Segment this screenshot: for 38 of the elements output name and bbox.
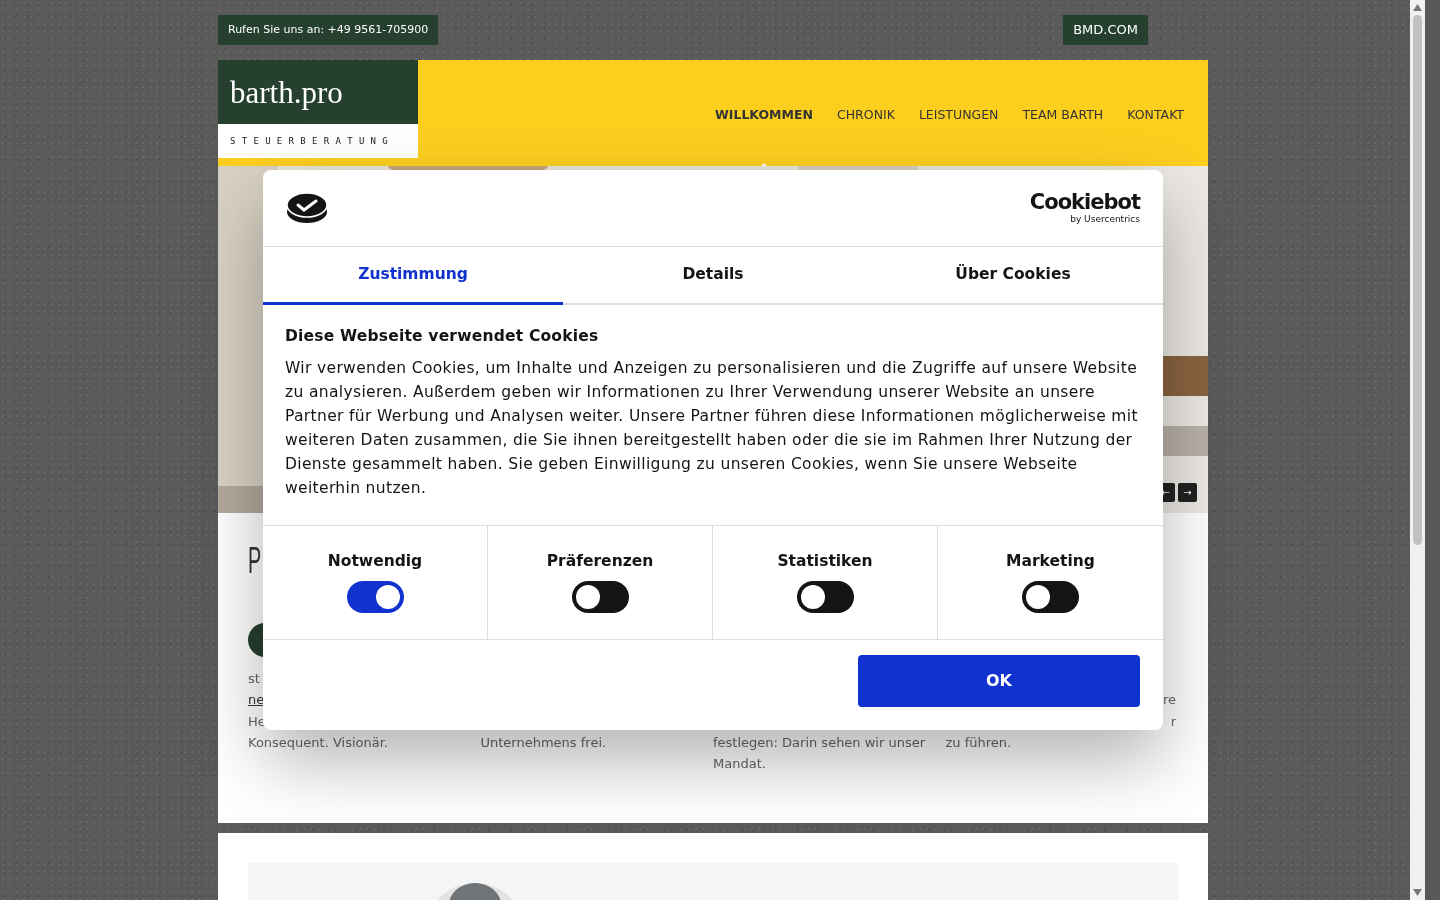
next-button[interactable]: → xyxy=(1178,483,1197,502)
body-text: festlegen: Darin sehen wir unser xyxy=(713,734,926,750)
category-label: Statistiken xyxy=(777,551,873,572)
category-label: Präferenzen xyxy=(546,551,654,572)
dialog-tab[interactable]: Zustimmung xyxy=(263,247,563,305)
page-heading: P xyxy=(248,543,262,579)
body-text: st xyxy=(248,671,260,686)
scrollbar-thumb[interactable] xyxy=(1413,15,1422,545)
body-text: re xyxy=(1162,692,1176,708)
body-text: Konsequent. Visionär. xyxy=(248,734,388,750)
nav-link[interactable]: LEISTUNGEN xyxy=(918,60,999,125)
nav-link[interactable]: CHRONIK xyxy=(837,60,895,125)
category-label: Marketing xyxy=(1006,551,1095,572)
body-text: Unternehmens frei. xyxy=(480,734,607,750)
phone-number: Rufen Sie uns an: +49 9561-705900 xyxy=(218,15,439,45)
cookie-check-icon xyxy=(286,192,328,224)
brand-logo: Cookiebot by Usercentrics xyxy=(1029,192,1140,224)
website-link[interactable]: BMD.COM xyxy=(1063,15,1148,45)
scroll-up-icon[interactable] xyxy=(1413,4,1422,11)
logo[interactable]: barth.pro STEUERBERATUNG xyxy=(218,60,418,158)
toggle-switch[interactable] xyxy=(796,581,854,614)
text-link[interactable]: ne xyxy=(248,692,265,708)
body-text: r xyxy=(1170,713,1176,729)
category-label: Notwendig xyxy=(327,551,423,572)
consent-text: Wir verwenden Cookies, um Inhalte und Anzeigen zu personalisieren und die Zugriffe auf unsere Website zu analysieren. Außerdem geben wir Informationen zu Ihrer Verwendung unserer Website an unsere Partner für Werbung und Analysen weiter. Unsere Partner führen diese Informationen möglicherweise mit weiteren Daten zusammen, die Sie ihnen bereitgestellt haben oder die sie im Rahmen Ihrer Nutzung der Dienste gesammelt haben. Sie geben Einwilligung zu unseren Cookies, wenn Sie unsere Webseite weiterhin nutzen. xyxy=(285,357,1139,499)
scrollbar[interactable] xyxy=(1410,0,1425,900)
body-text: zu führen. xyxy=(945,734,1012,750)
toggle-switch[interactable] xyxy=(571,581,629,614)
ok-button[interactable]: OK xyxy=(858,655,1140,707)
nav-link[interactable]: KONTAKT xyxy=(1127,60,1184,125)
dialog-title: Diese Webseite verwendet Cookies xyxy=(285,327,600,346)
dialog-tab[interactable]: Über Cookies xyxy=(863,247,1163,305)
toggle-switch[interactable] xyxy=(346,581,404,614)
dialog-tab[interactable]: Details xyxy=(563,247,863,305)
scroll-down-icon[interactable] xyxy=(1413,889,1422,896)
body-text: Mandat. xyxy=(713,756,766,772)
toggle-switch[interactable] xyxy=(1022,581,1079,614)
nav-link[interactable]: TEAM BARTH xyxy=(1022,60,1104,125)
